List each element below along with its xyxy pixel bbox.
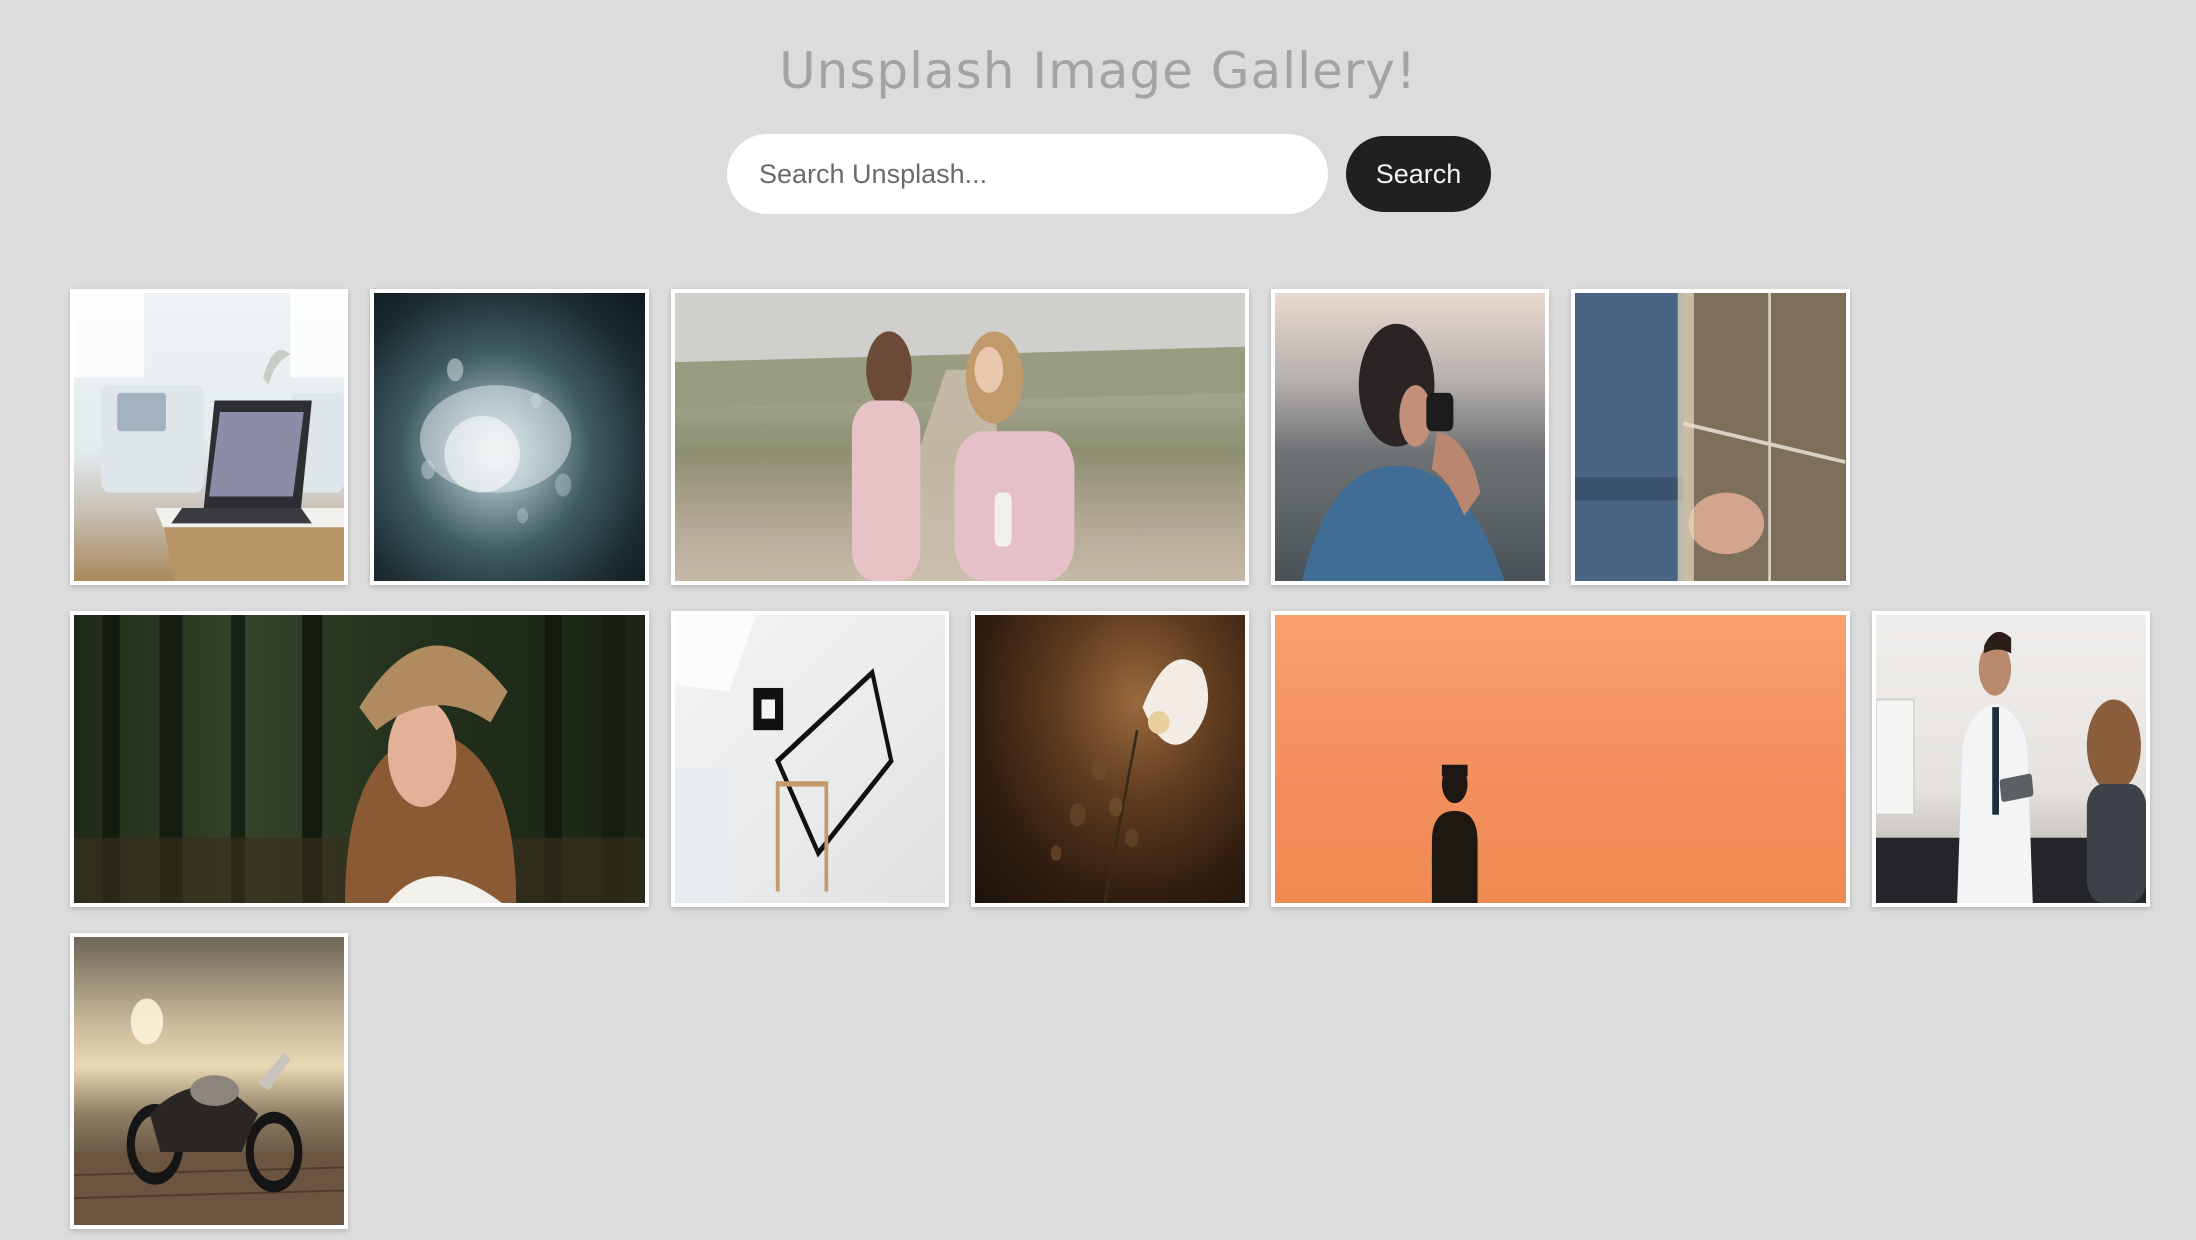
gallery-page: Unsplash Image Gallery! Search [0, 0, 2196, 1240]
doctor-photo [1875, 631, 2146, 903]
water-photo [420, 358, 572, 524]
photographer-photo [1302, 323, 1505, 581]
search-bar: Search [727, 134, 1491, 214]
flower-photo [1050, 659, 1208, 903]
forest-photo [74, 615, 645, 903]
motorcycle-photo [74, 998, 345, 1225]
search-button[interactable]: Search [1346, 136, 1491, 212]
frame-photo [674, 615, 894, 903]
hands-photo [1575, 293, 1846, 581]
gallery-image-holding-hands[interactable] [1571, 289, 1850, 585]
family-photo [674, 293, 1246, 581]
page-title: Unsplash Image Gallery! [779, 42, 1417, 100]
search-input[interactable] [727, 134, 1328, 214]
gallery-image-man-with-camera[interactable] [1271, 289, 1550, 585]
image-gallery [70, 289, 2150, 1229]
gallery-image-laptop-on-table[interactable] [70, 289, 349, 585]
silhouette-photo [1432, 764, 1478, 903]
gallery-image-silhouette-orange-sky[interactable] [1271, 611, 1850, 907]
gallery-image-water-splash[interactable] [370, 289, 649, 585]
gallery-image-minimal-frame[interactable] [670, 611, 949, 907]
laptop-photo [74, 293, 345, 581]
gallery-image-motorcycle-sunset[interactable] [70, 933, 349, 1229]
gallery-image-doctor-with-tablet[interactable] [1871, 611, 2150, 907]
gallery-image-woman-in-forest[interactable] [70, 611, 649, 907]
gallery-image-white-flower[interactable] [970, 611, 1250, 907]
gallery-image-mother-and-daughter[interactable] [670, 289, 1250, 585]
